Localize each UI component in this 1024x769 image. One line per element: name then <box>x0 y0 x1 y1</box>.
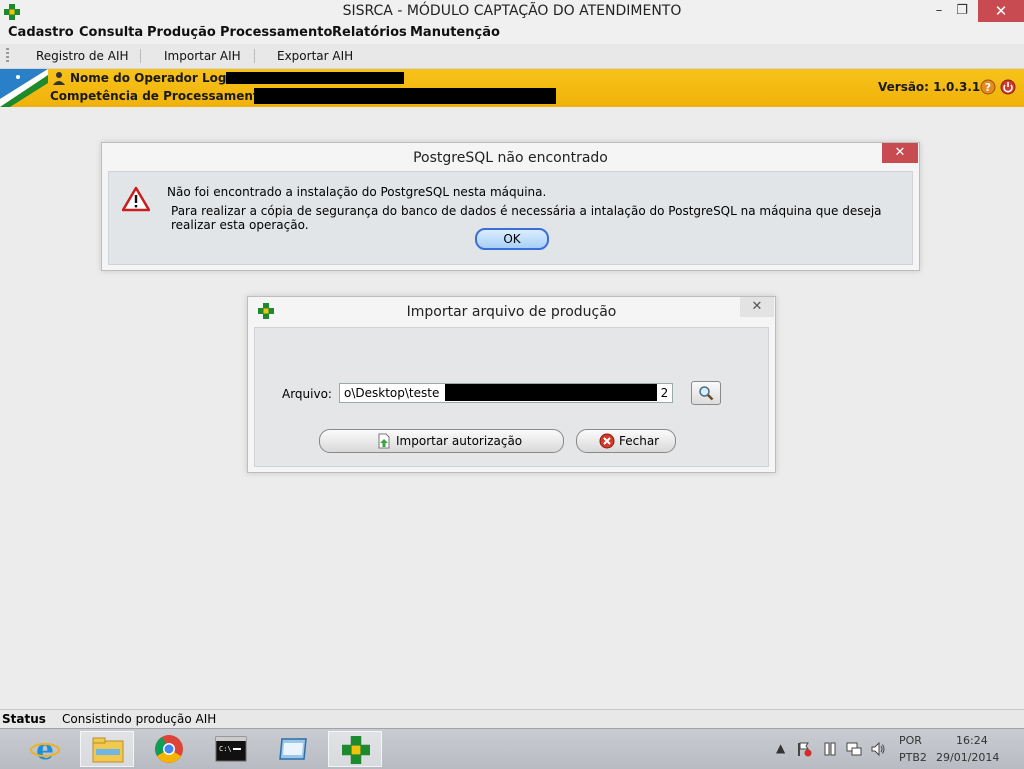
taskbar-app-window[interactable] <box>266 731 320 767</box>
volume-icon[interactable] <box>870 741 886 757</box>
menu-cadastro[interactable]: Cadastro <box>8 25 74 40</box>
dialog-body: Arquivo: Importar autorização Fechar <box>254 327 769 467</box>
dialog-close-button[interactable]: ✕ <box>740 297 774 317</box>
menu-producao[interactable]: Produção <box>147 25 216 40</box>
toolbar: Registro de AIH Importar AIH Exportar AI… <box>0 44 1024 69</box>
svg-text:C:\: C:\ <box>219 745 232 753</box>
operator-name-redacted <box>226 72 404 84</box>
window-title: SISRCA - MÓDULO CAPTAÇÃO DO ATENDIMENTO <box>342 3 682 19</box>
import-dialog: Importar arquivo de produção ✕ Arquivo: … <box>247 296 776 473</box>
user-icon <box>53 72 65 85</box>
competencia-label: Competência de Processamento: <box>50 89 272 103</box>
toolbar-grip[interactable] <box>6 48 9 64</box>
ok-button[interactable]: OK <box>475 228 549 250</box>
taskbar-sisrca[interactable] <box>328 731 382 767</box>
toolbar-importar-aih[interactable]: Importar AIH <box>164 49 241 63</box>
taskbar-command-prompt[interactable]: C:\ <box>204 731 258 767</box>
close-window-button[interactable]: ✕ <box>978 0 1024 22</box>
command-prompt-icon: C:\ <box>215 736 247 762</box>
file-path-redacted <box>445 384 657 401</box>
keyboard-layout-indicator[interactable]: PTB2 <box>899 751 927 764</box>
network-icon[interactable] <box>846 741 862 757</box>
device-icon[interactable] <box>822 741 838 757</box>
magnifier-icon <box>699 386 714 401</box>
status-bar: Status Consistindo produção AIH <box>0 709 1024 729</box>
window-app-icon <box>279 738 307 760</box>
flag-stripe-icon <box>0 69 48 107</box>
cancel-icon <box>599 433 615 449</box>
menu-processamento[interactable]: Processamento <box>220 25 332 40</box>
taskbar: e C:\ ▲ POR PTB2 16:24 29/01/2014 <box>0 728 1024 769</box>
svg-text:?: ? <box>985 81 991 94</box>
toolbar-separator <box>254 49 255 63</box>
dialog-body: Não foi encontrado a instalação do Postg… <box>108 171 913 265</box>
svg-text:e: e <box>36 735 54 763</box>
menu-consulta[interactable]: Consulta <box>79 25 143 40</box>
toolbar-exportar-aih[interactable]: Exportar AIH <box>277 49 353 63</box>
folder-icon <box>92 737 124 763</box>
import-authorization-button[interactable]: Importar autorização <box>319 429 564 453</box>
power-exit-icon[interactable] <box>1000 79 1016 95</box>
toolbar-registro-aih[interactable]: Registro de AIH <box>36 49 129 63</box>
menu-bar: Cadastro Consulta Produção Processamento… <box>0 24 1024 44</box>
clock-date[interactable]: 29/01/2014 <box>936 751 999 764</box>
error-message-line1: Não foi encontrado a instalação do Postg… <box>167 185 547 199</box>
warning-icon <box>122 186 150 212</box>
file-label: Arquivo: <box>282 387 332 401</box>
import-document-icon <box>378 433 390 449</box>
close-button-label: Fechar <box>619 434 660 448</box>
taskbar-ie[interactable]: e <box>18 731 72 767</box>
version-label: Versão: 1.0.3.1 <box>878 80 981 94</box>
status-text: Consistindo produção AIH <box>62 712 217 726</box>
help-icon[interactable]: ? <box>980 79 996 95</box>
close-button[interactable]: Fechar <box>576 429 676 453</box>
competencia-value-redacted <box>254 88 556 104</box>
clock-time[interactable]: 16:24 <box>956 734 988 747</box>
taskbar-chrome[interactable] <box>142 731 196 767</box>
internet-explorer-icon: e <box>30 735 60 763</box>
import-button-label: Importar autorização <box>396 434 523 448</box>
dialog-title: PostgreSQL não encontrado <box>413 150 608 166</box>
tray-expand-icon[interactable]: ▲ <box>776 741 785 755</box>
restore-button[interactable]: ❐ <box>947 0 977 22</box>
menu-manutencao[interactable]: Manutenção <box>410 25 500 40</box>
action-center-flag-icon[interactable] <box>796 741 812 757</box>
title-bar: SISRCA - MÓDULO CAPTAÇÃO DO ATENDIMENTO … <box>0 0 1024 24</box>
browse-button[interactable] <box>691 381 721 405</box>
toolbar-separator <box>140 49 141 63</box>
sisrca-logo-icon <box>342 736 370 764</box>
taskbar-file-explorer[interactable] <box>80 731 134 767</box>
dialog-close-button[interactable]: ✕ <box>882 143 918 163</box>
status-label: Status <box>2 712 46 726</box>
postgresql-error-dialog: PostgreSQL não encontrado ✕ Não foi enco… <box>101 142 920 271</box>
language-indicator[interactable]: POR <box>899 734 922 747</box>
header-banner: Nome do Operador Logado: Competência de … <box>0 69 1024 107</box>
dialog-title: Importar arquivo de produção <box>406 304 617 320</box>
chrome-icon <box>155 735 183 763</box>
menu-relatorios[interactable]: Relatórios <box>332 25 407 40</box>
